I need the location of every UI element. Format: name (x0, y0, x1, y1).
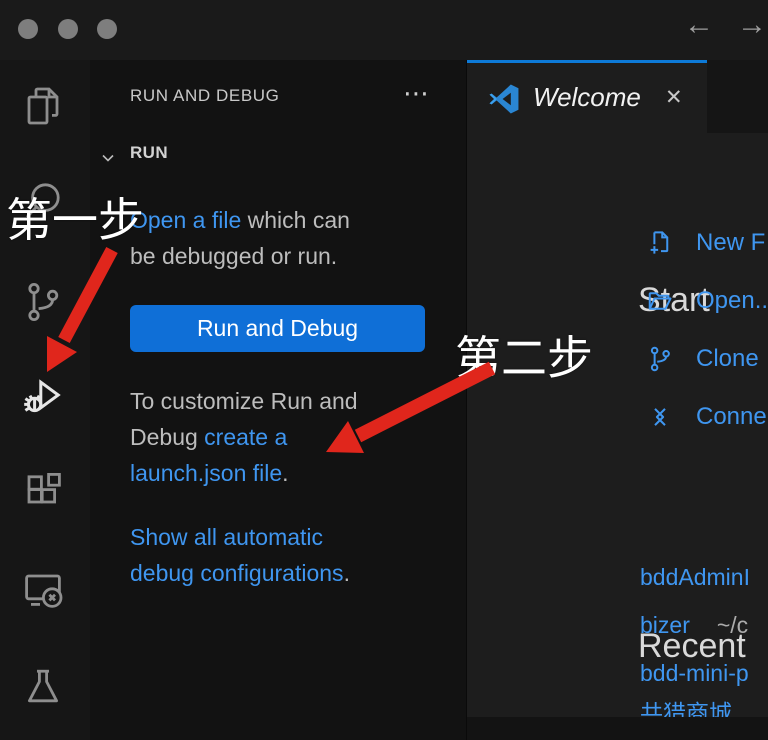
recent-item[interactable]: 共猎商城 (640, 694, 732, 717)
customize-line2: Debug create a (130, 422, 287, 452)
create-launch-json-link[interactable]: create a (204, 424, 287, 450)
new-file-icon (645, 228, 675, 258)
customize-line3: launch.json file. (130, 458, 289, 488)
traffic-light-minimize[interactable] (58, 19, 78, 39)
open-folder-icon (645, 286, 675, 316)
run-and-debug-button[interactable]: Run and Debug (130, 305, 425, 352)
run-and-debug-icon[interactable] (19, 372, 67, 420)
open-file-line2: be debugged or run. (130, 241, 337, 271)
remote-icon (645, 402, 675, 432)
traffic-light-zoom[interactable] (97, 19, 117, 39)
traffic-light-close[interactable] (18, 19, 38, 39)
tab-close-icon[interactable]: ✕ (665, 85, 683, 110)
open-a-file-link[interactable]: Open a file (130, 207, 241, 233)
git-branch-icon (645, 344, 675, 374)
step2-annotation: 第二步 (455, 322, 593, 388)
show-all-line2: debug configurations. (130, 558, 350, 588)
editor-bottom-strip (467, 717, 768, 740)
vscode-logo-icon (487, 82, 521, 116)
open-file-line1: Open a file which can (130, 205, 350, 235)
recent-item[interactable]: bizer~/c (640, 612, 748, 639)
show-all-automatic-link[interactable]: Show all automatic (130, 524, 323, 550)
start-item-clone[interactable]: Clone (645, 344, 759, 374)
nav-back-icon[interactable]: ← (684, 8, 714, 42)
start-item-connect[interactable]: Conne (645, 402, 767, 432)
title-bar: ← → (0, 0, 768, 60)
run-section-header[interactable]: RUN (130, 143, 168, 163)
customize-line1: To customize Run and (130, 386, 358, 416)
recent-item-path: ~/c (717, 612, 748, 638)
panel-title: RUN AND DEBUG (130, 86, 280, 106)
source-control-icon[interactable] (19, 278, 67, 326)
step1-annotation: 第一步 (6, 184, 144, 250)
remote-explorer-icon[interactable] (19, 566, 67, 614)
activity-bar (0, 60, 90, 740)
recent-item[interactable]: bdd-mini-p (640, 660, 749, 687)
debug-configurations-link[interactable]: debug configurations (130, 560, 344, 586)
explorer-icon[interactable] (19, 82, 67, 130)
nav-forward-icon[interactable]: → (737, 8, 767, 42)
start-item-open[interactable]: Open.. (645, 286, 768, 316)
testing-beaker-icon[interactable] (19, 662, 67, 710)
show-all-line1: Show all automatic (130, 522, 323, 552)
chevron-down-icon[interactable] (100, 150, 116, 166)
launch-json-file-link[interactable]: launch.json file (130, 460, 282, 486)
extensions-icon[interactable] (19, 468, 67, 516)
recent-item[interactable]: bddAdminI (640, 564, 750, 591)
tab-label: Welcome (533, 82, 641, 113)
more-actions-icon[interactable]: ⋯ (403, 78, 431, 109)
welcome-page: Start New F Open.. Clone (467, 133, 768, 717)
vscode-window: ← → (0, 0, 768, 740)
tab-welcome[interactable]: Welcome ✕ (467, 60, 707, 133)
start-item-new-file[interactable]: New F (645, 228, 765, 258)
tab-bar: Welcome ✕ (467, 60, 768, 133)
